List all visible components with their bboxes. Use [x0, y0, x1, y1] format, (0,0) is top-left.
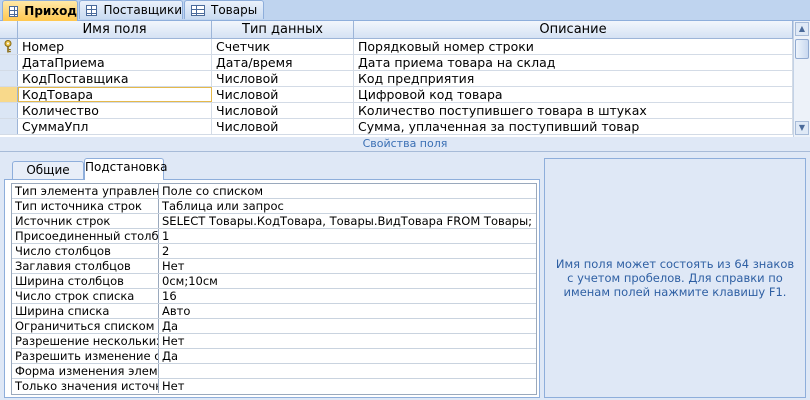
- table-row-current[interactable]: КодТовара Числовой Цифровой код товара: [0, 87, 793, 103]
- tab-label: Поставщики: [103, 3, 182, 17]
- table-icon: [9, 5, 19, 17]
- property-name: Заглавия столбцов: [12, 259, 159, 273]
- property-value[interactable]: Авто: [159, 304, 536, 318]
- scroll-thumb[interactable]: [795, 39, 809, 59]
- property-row[interactable]: Форма изменения элементов списка: [12, 364, 536, 379]
- scroll-down-icon[interactable]: ▼: [795, 121, 809, 135]
- description-cell[interactable]: Количество поступившего товара в штуках: [354, 103, 793, 118]
- description-cell[interactable]: Код предприятия: [354, 71, 793, 86]
- data-type-cell[interactable]: Числовой: [212, 119, 354, 134]
- table-row[interactable]: КодПоставщика Числовой Код предприятия: [0, 71, 793, 87]
- property-name: Разрешение нескольких значений: [12, 334, 159, 348]
- property-value[interactable]: 0см;10см: [159, 274, 536, 288]
- property-row[interactable]: Тип элемента управления Поле со списком: [12, 184, 536, 199]
- vertical-scrollbar[interactable]: ▲ ▼: [793, 21, 810, 137]
- row-selector[interactable]: [0, 55, 18, 70]
- row-selector[interactable]: [0, 87, 18, 102]
- property-value[interactable]: Да: [159, 319, 536, 333]
- help-text: Имя поля может состоять из 64 знаков с у…: [555, 257, 795, 299]
- property-value[interactable]: Нет: [159, 259, 536, 273]
- tab-general[interactable]: Общие: [12, 161, 84, 179]
- property-row[interactable]: Только значения источника строкНет: [12, 379, 536, 394]
- tab-tovary[interactable]: Товары: [184, 0, 264, 19]
- property-name: Ограничиться списком: [12, 319, 159, 333]
- document-tab-bar: Приход Поставщики Товары: [0, 0, 810, 21]
- data-type-cell[interactable]: Числовой: [212, 71, 354, 86]
- description-cell[interactable]: Сумма, уплаченная за поступивший товар: [354, 119, 793, 134]
- property-value[interactable]: Нет: [159, 334, 536, 348]
- row-selector[interactable]: [0, 71, 18, 86]
- property-row[interactable]: Присоединенный столбец 1: [12, 229, 536, 244]
- table-row[interactable]: Количество Числовой Количество поступивш…: [0, 103, 793, 119]
- property-name: Число строк списка: [12, 289, 159, 303]
- field-name-cell[interactable]: СуммаУпл: [18, 119, 212, 134]
- table-icon: [86, 4, 98, 16]
- row-selector[interactable]: [0, 103, 18, 118]
- row-selector-header: [0, 21, 18, 39]
- tab-postavshiki[interactable]: Поставщики: [79, 0, 183, 19]
- property-value[interactable]: Поле со списком: [159, 184, 536, 198]
- property-row[interactable]: Ограничиться списком Да: [12, 319, 536, 334]
- property-row[interactable]: Число строк списка 16: [12, 289, 536, 304]
- property-name: Разрешить изменение списка значений: [12, 349, 159, 363]
- row-selector[interactable]: [0, 119, 18, 134]
- property-name: Только значения источника строк: [12, 379, 159, 393]
- property-row[interactable]: Источник строк SELECT Товары.КодТовара, Т…: [12, 214, 536, 229]
- property-name: Ширина столбцов: [12, 274, 159, 288]
- table-row[interactable]: Номер Счетчик Порядковый номер строки: [0, 39, 793, 55]
- table-row[interactable]: ДатаПриема Дата/время Дата приема товара…: [0, 55, 793, 71]
- scroll-up-icon[interactable]: ▲: [795, 22, 809, 36]
- property-value[interactable]: 1: [159, 229, 536, 243]
- table-icon: [191, 4, 205, 16]
- field-name-cell[interactable]: Номер: [18, 39, 212, 54]
- property-name: Присоединенный столбец: [12, 229, 159, 243]
- tab-prihod[interactable]: Приход: [2, 0, 78, 21]
- property-row[interactable]: Тип источника строк Таблица или запрос: [12, 199, 536, 214]
- property-value[interactable]: Нет: [159, 379, 536, 393]
- field-name-cell[interactable]: Количество: [18, 103, 212, 118]
- property-row[interactable]: Разрешить изменение списка значенийДа: [12, 349, 536, 364]
- property-row[interactable]: Заглавия столбцов Нет: [12, 259, 536, 274]
- property-value[interactable]: Таблица или запрос: [159, 199, 536, 213]
- property-value[interactable]: 2: [159, 244, 536, 258]
- data-type-cell[interactable]: Числовой: [212, 87, 354, 102]
- description-cell[interactable]: Порядковый номер строки: [354, 39, 793, 54]
- property-value[interactable]: SELECT Товары.КодТовара, Товары.ВидТовар…: [159, 214, 536, 228]
- property-name: Источник строк: [12, 214, 159, 228]
- property-table: Тип элемента управления Поле со списком Т…: [11, 183, 537, 395]
- data-type-cell[interactable]: Дата/время: [212, 55, 354, 70]
- data-type-cell[interactable]: Счетчик: [212, 39, 354, 54]
- property-value[interactable]: 16: [159, 289, 536, 303]
- description-cell[interactable]: Цифровой код товара: [354, 87, 793, 102]
- data-type-cell[interactable]: Числовой: [212, 103, 354, 118]
- property-sheet: Тип элемента управления Поле со списком Т…: [4, 179, 540, 398]
- tab-lookup[interactable]: Подстановка: [84, 158, 167, 180]
- header-field-name: Имя поля: [18, 21, 212, 39]
- property-value[interactable]: Да: [159, 349, 536, 363]
- header-description: Описание: [354, 21, 793, 39]
- description-cell[interactable]: Дата приема товара на склад: [354, 55, 793, 70]
- row-selector[interactable]: [0, 39, 18, 54]
- field-design-grid: Имя поля Тип данных Описание Номер Счетч…: [0, 21, 793, 137]
- field-properties-label: Свойства поля: [0, 137, 810, 152]
- field-name-cell[interactable]: КодПоставщика: [18, 71, 212, 86]
- property-value[interactable]: [159, 364, 536, 378]
- help-panel: Имя поля может состоять из 64 знаков с у…: [544, 158, 806, 398]
- property-row[interactable]: Ширина столбцов 0см;10см: [12, 274, 536, 289]
- tab-label: Приход: [24, 4, 77, 18]
- property-name: Ширина списка: [12, 304, 159, 318]
- property-name: Число столбцов: [12, 244, 159, 258]
- property-row[interactable]: Ширина списка Авто: [12, 304, 536, 319]
- tab-label: Товары: [211, 3, 258, 17]
- primary-key-icon: [4, 40, 12, 53]
- field-name-cell[interactable]: ДатаПриема: [18, 55, 212, 70]
- table-row[interactable]: СуммаУпл Числовой Сумма, уплаченная за п…: [0, 119, 793, 135]
- header-data-type: Тип данных: [212, 21, 354, 39]
- property-name: Тип источника строк: [12, 199, 159, 213]
- property-row[interactable]: Число столбцов 2: [12, 244, 536, 259]
- field-name-cell[interactable]: КодТовара: [18, 87, 212, 102]
- property-row[interactable]: Разрешение нескольких значенийНет: [12, 334, 536, 349]
- property-name: Форма изменения элементов списка: [12, 364, 159, 378]
- property-name: Тип элемента управления: [12, 184, 159, 198]
